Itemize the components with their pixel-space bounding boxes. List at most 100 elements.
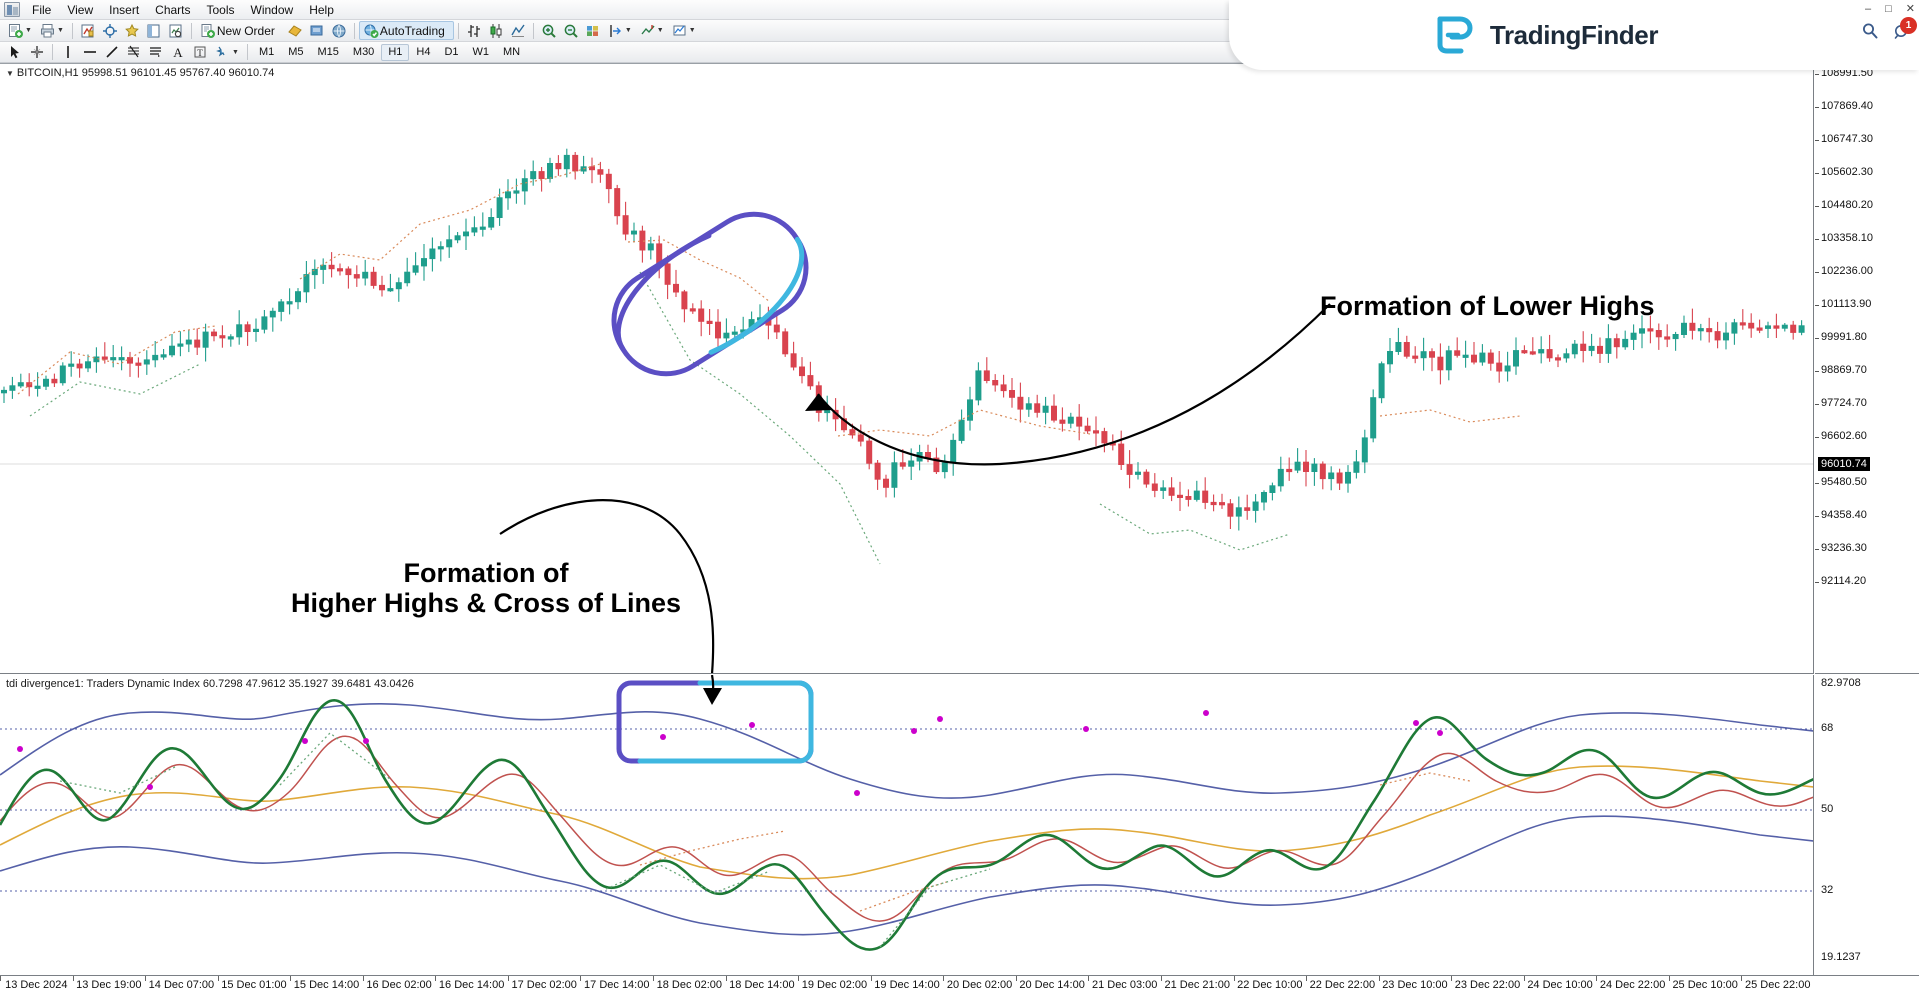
chevron-down-icon[interactable]: ▼: [25, 27, 32, 34]
price-tick: 107869.40: [1815, 100, 1873, 112]
line-chart-button[interactable]: [507, 21, 529, 40]
time-tick: 21 Dec 03:00: [1091, 979, 1158, 991]
time-separator: [290, 976, 292, 981]
collapse-triangle-icon[interactable]: ▼: [6, 69, 14, 78]
timeframe-m5[interactable]: M5: [281, 44, 310, 61]
chevron-down-icon[interactable]: ▼: [232, 49, 239, 56]
toolbar-separator: [71, 22, 73, 39]
brand-logo: TradingFinder: [1430, 13, 1658, 57]
text-box-icon[interactable]: T: [189, 43, 211, 62]
timeframe-m30[interactable]: M30: [346, 44, 381, 61]
annotation-lower-highs: Formation of Lower Highs: [1320, 291, 1655, 321]
time-separator: [1523, 976, 1525, 981]
terminal-button[interactable]: [165, 21, 187, 40]
time-tick: 18 Dec 02:00: [656, 979, 723, 991]
price-chart-pane[interactable]: ▼ BITCOIN,H1 95998.51 96101.45 95767.40 9…: [0, 64, 1814, 674]
timeframe-w1[interactable]: W1: [466, 44, 497, 61]
time-tick: 16 Dec 14:00: [438, 979, 505, 991]
indicator-tick: 50: [1821, 803, 1834, 815]
text-label-icon[interactable]: A: [167, 43, 189, 62]
candlestick-chart-button[interactable]: [485, 21, 507, 40]
indicator-label: tdi divergence1: Traders Dynamic Index 6…: [6, 678, 414, 690]
data-window-button[interactable]: [143, 21, 165, 40]
equidistant-channel-icon[interactable]: [145, 43, 167, 62]
expert-advisor-button[interactable]: [121, 21, 143, 40]
chevron-down-icon[interactable]: ▼: [657, 27, 664, 34]
indicator-tick: 82.9708: [1821, 677, 1861, 689]
time-separator: [72, 976, 74, 981]
menu-tools[interactable]: Tools: [199, 1, 243, 19]
shapes-icon[interactable]: ▼: [211, 43, 243, 62]
time-separator: [1233, 976, 1235, 981]
price-tick: 105602.30: [1815, 166, 1873, 178]
time-separator: [870, 976, 872, 981]
fibonacci-icon[interactable]: [123, 43, 145, 62]
time-tick: 22 Dec 22:00: [1309, 979, 1376, 991]
price-axis[interactable]: 108991.50 107869.40 106747.30 105602.30 …: [1814, 64, 1919, 674]
cursor-icon[interactable]: [4, 43, 26, 62]
zoom-in-button[interactable]: [538, 21, 560, 40]
time-tick: 24 Dec 22:00: [1599, 979, 1666, 991]
timeframe-d1[interactable]: D1: [437, 44, 465, 61]
crosshair-target-button[interactable]: [99, 21, 121, 40]
maximize-button[interactable]: □: [1885, 3, 1892, 15]
chevron-down-icon[interactable]: ▼: [57, 27, 64, 34]
time-separator: [435, 976, 437, 981]
strategy-tester-button[interactable]: [284, 21, 306, 40]
time-tick: 23 Dec 22:00: [1454, 979, 1521, 991]
new-order-button[interactable]: New Order: [196, 21, 284, 40]
print-button[interactable]: ▼: [36, 21, 68, 40]
menu-view[interactable]: View: [59, 1, 101, 19]
auto-scroll-button[interactable]: ▼: [604, 21, 636, 40]
new-chart-button[interactable]: ▼: [4, 21, 36, 40]
time-separator: [725, 976, 727, 981]
navigator-button[interactable]: [306, 21, 328, 40]
search-icon[interactable]: [1861, 22, 1879, 40]
chevron-down-icon[interactable]: ▼: [689, 27, 696, 34]
time-separator: [580, 976, 582, 981]
chevron-down-icon[interactable]: ▼: [625, 27, 632, 34]
time-tick: 13 Dec 2024: [5, 979, 68, 991]
close-button[interactable]: ✕: [1906, 2, 1915, 15]
vertical-line-icon[interactable]: [57, 43, 79, 62]
menu-file[interactable]: File: [24, 1, 59, 19]
brand-name: TradingFinder: [1489, 19, 1659, 50]
autotrading-label[interactable]: AutoTrading: [379, 24, 450, 38]
trendline-icon[interactable]: [101, 43, 123, 62]
indicator-pane[interactable]: tdi divergence1: Traders Dynamic Index 6…: [0, 675, 1814, 975]
chart-shift-button[interactable]: ▼: [636, 21, 668, 40]
timeframe-mn[interactable]: MN: [496, 44, 527, 61]
menu-window[interactable]: Window: [243, 1, 302, 19]
zoom-out-button[interactable]: [560, 21, 582, 40]
bar-chart-button[interactable]: [463, 21, 485, 40]
price-tick: 96602.60: [1815, 430, 1867, 442]
menu-charts[interactable]: Charts: [147, 1, 198, 19]
time-tick: 15 Dec 14:00: [293, 979, 360, 991]
timeframe-h4[interactable]: H4: [409, 44, 437, 61]
minimize-button[interactable]: –: [1865, 3, 1871, 15]
menu-help[interactable]: Help: [301, 1, 342, 19]
notification-bell-icon[interactable]: 1: [1893, 17, 1917, 40]
time-tick: 17 Dec 14:00: [584, 979, 650, 991]
chart-properties-button[interactable]: [77, 21, 99, 40]
time-separator: [1741, 976, 1743, 981]
menu-insert[interactable]: Insert: [101, 1, 147, 19]
indicators-button[interactable]: ▼: [668, 21, 700, 40]
price-tick: 98869.70: [1815, 364, 1867, 376]
horizontal-line-icon[interactable]: [79, 43, 101, 62]
time-tick: 25 Dec 10:00: [1672, 979, 1738, 991]
autotrading-button[interactable]: AutoTrading: [358, 21, 454, 40]
time-axis[interactable]: 13 Dec 2024 13 Dec 19:00 14 Dec 07:00 15 De…: [0, 975, 1919, 996]
toolbar-separator: [353, 22, 355, 39]
timeframe-m15[interactable]: M15: [311, 44, 346, 61]
time-separator: [1668, 976, 1670, 981]
crosshair-icon[interactable]: [26, 43, 48, 62]
timeframe-m1[interactable]: M1: [252, 44, 281, 61]
new-order-label[interactable]: New Order: [216, 24, 280, 38]
timeframe-h1[interactable]: H1: [381, 43, 410, 61]
time-tick: 24 Dec 10:00: [1527, 979, 1593, 991]
market-watch-button[interactable]: [328, 21, 350, 40]
tile-windows-button[interactable]: [582, 21, 604, 40]
indicator-axis[interactable]: 82.9708 68 50 32 19.1237: [1815, 675, 1919, 975]
price-tick: 106747.30: [1815, 133, 1873, 145]
